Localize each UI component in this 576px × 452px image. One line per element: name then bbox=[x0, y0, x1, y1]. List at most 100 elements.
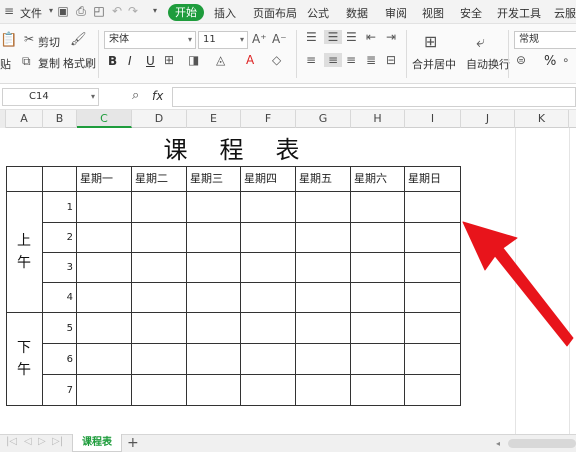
schedule-cell[interactable] bbox=[187, 313, 241, 344]
schedule-cell[interactable] bbox=[187, 223, 241, 253]
align-bottom-icon[interactable]: ☰ bbox=[346, 30, 357, 44]
add-sheet-button[interactable]: + bbox=[127, 435, 139, 451]
schedule-cell[interactable] bbox=[132, 313, 187, 344]
column-header-k[interactable]: K bbox=[515, 110, 569, 128]
tab-security[interactable]: 安全 bbox=[460, 5, 482, 21]
column-header-h[interactable]: H bbox=[351, 110, 405, 128]
font-color-icon[interactable]: A bbox=[246, 53, 254, 67]
schedule-cell[interactable] bbox=[241, 223, 296, 253]
italic-button[interactable]: I bbox=[128, 54, 132, 68]
justify-icon[interactable]: ≣ bbox=[366, 53, 376, 67]
currency-icon[interactable]: ⊜ bbox=[516, 53, 526, 67]
column-header-a[interactable]: A bbox=[6, 110, 43, 128]
print-icon[interactable]: ⎙ bbox=[74, 4, 88, 18]
sheet-tab-timetable[interactable]: 课程表 bbox=[72, 434, 122, 452]
decrease-font-icon[interactable]: A⁻ bbox=[272, 32, 287, 46]
cut-button[interactable]: 剪切 bbox=[38, 34, 60, 50]
worksheet[interactable]: 课 程 表 星期一 星期二 星期三 星期四 星期五 星期六 星期日 上 午 下 … bbox=[0, 128, 576, 434]
merge-center-icon[interactable]: ⊞ bbox=[424, 32, 437, 51]
schedule-cell[interactable] bbox=[405, 253, 461, 283]
schedule-cell[interactable] bbox=[405, 192, 461, 223]
thousands-separator-icon[interactable]: ∘ bbox=[562, 53, 570, 67]
schedule-cell[interactable] bbox=[132, 192, 187, 223]
schedule-cell[interactable] bbox=[405, 313, 461, 344]
wrap-text-icon[interactable]: ⤶ bbox=[476, 32, 485, 52]
schedule-cell[interactable] bbox=[132, 375, 187, 406]
align-left-icon[interactable]: ≡ bbox=[306, 53, 316, 67]
schedule-cell[interactable] bbox=[296, 313, 351, 344]
font-name-select[interactable]: 宋体 ▾ bbox=[104, 31, 196, 49]
tab-insert[interactable]: 插入 bbox=[214, 5, 236, 21]
afternoon-label-cell[interactable]: 下 午 bbox=[6, 313, 43, 406]
next-sheet-icon[interactable]: ▷ bbox=[38, 436, 46, 447]
day-header-cell[interactable]: 星期三 bbox=[187, 166, 241, 192]
schedule-cell[interactable] bbox=[187, 375, 241, 406]
tab-formulas[interactable]: 公式 bbox=[307, 5, 329, 21]
column-header-i[interactable]: I bbox=[405, 110, 461, 128]
schedule-cell[interactable] bbox=[132, 283, 187, 313]
border-icon[interactable]: ⊞ bbox=[164, 53, 174, 67]
schedule-cell[interactable] bbox=[296, 375, 351, 406]
fx-button[interactable]: fx bbox=[152, 89, 163, 103]
bold-button[interactable]: B bbox=[108, 54, 117, 68]
day-header-cell[interactable]: 星期二 bbox=[132, 166, 187, 192]
header-corner-cell[interactable] bbox=[6, 166, 43, 192]
column-header-c[interactable]: C bbox=[77, 110, 132, 128]
column-header-j[interactable]: J bbox=[461, 110, 515, 128]
schedule-cell[interactable] bbox=[187, 344, 241, 375]
align-right-icon[interactable]: ≡ bbox=[346, 53, 356, 67]
paste-label[interactable]: 贴 bbox=[0, 56, 11, 72]
schedule-cell[interactable] bbox=[351, 375, 405, 406]
paste-icon[interactable]: 📋 bbox=[0, 32, 17, 48]
schedule-cell[interactable] bbox=[187, 283, 241, 313]
period-number-cell[interactable]: 7 bbox=[43, 375, 77, 406]
schedule-cell[interactable] bbox=[132, 253, 187, 283]
schedule-cell[interactable] bbox=[132, 223, 187, 253]
schedule-cell[interactable] bbox=[405, 283, 461, 313]
schedule-cell[interactable] bbox=[77, 283, 132, 313]
period-number-cell[interactable]: 5 bbox=[43, 313, 77, 344]
format-painter-icon[interactable]: 🖌 bbox=[70, 32, 87, 47]
schedule-cell[interactable] bbox=[405, 344, 461, 375]
schedule-cell[interactable] bbox=[241, 313, 296, 344]
menu-icon[interactable]: ≡ bbox=[2, 4, 16, 18]
tab-view[interactable]: 视图 bbox=[422, 5, 444, 21]
day-header-cell[interactable]: 星期四 bbox=[241, 166, 296, 192]
schedule-cell[interactable] bbox=[77, 375, 132, 406]
schedule-cell[interactable] bbox=[351, 253, 405, 283]
percent-button[interactable]: % bbox=[544, 54, 556, 69]
schedule-cell[interactable] bbox=[132, 344, 187, 375]
merge-center-button[interactable]: 合并居中 bbox=[412, 56, 456, 72]
period-number-cell[interactable]: 2 bbox=[43, 223, 77, 253]
tab-home[interactable]: 开始 bbox=[168, 4, 204, 21]
day-header-cell[interactable]: 星期六 bbox=[351, 166, 405, 192]
redo-icon[interactable]: ↷ bbox=[126, 4, 140, 18]
align-center-icon[interactable]: ≡ bbox=[324, 53, 342, 67]
column-header-d[interactable]: D bbox=[132, 110, 187, 128]
schedule-cell[interactable] bbox=[296, 253, 351, 283]
schedule-cell[interactable] bbox=[405, 223, 461, 253]
underline-button[interactable]: U bbox=[146, 54, 155, 68]
file-menu[interactable]: 文件 bbox=[20, 5, 42, 21]
copy-button[interactable]: 复制 bbox=[38, 55, 60, 71]
day-header-cell[interactable]: 星期日 bbox=[405, 166, 461, 192]
schedule-cell[interactable] bbox=[296, 223, 351, 253]
schedule-cell[interactable] bbox=[351, 283, 405, 313]
tab-cloud[interactable]: 云服务 bbox=[554, 5, 576, 21]
schedule-cell[interactable] bbox=[351, 344, 405, 375]
schedule-cell[interactable] bbox=[296, 283, 351, 313]
schedule-cell[interactable] bbox=[296, 192, 351, 223]
distributed-icon[interactable]: ⊟ bbox=[386, 53, 396, 67]
prev-sheet-icon[interactable]: ◁ bbox=[24, 436, 32, 447]
print-preview-icon[interactable]: ◰ bbox=[92, 4, 106, 18]
schedule-cell[interactable] bbox=[77, 223, 132, 253]
day-header-cell[interactable]: 星期五 bbox=[296, 166, 351, 192]
quick-access-dropdown-icon[interactable]: ▾ bbox=[148, 4, 162, 18]
clear-format-icon[interactable]: ◇ bbox=[272, 53, 281, 67]
font-size-select[interactable]: 11 ▾ bbox=[198, 31, 248, 49]
fill-color-icon[interactable]: ◨ bbox=[188, 53, 199, 67]
header-corner-cell[interactable] bbox=[43, 166, 77, 192]
column-header-f[interactable]: F bbox=[241, 110, 296, 128]
last-sheet-icon[interactable]: ▷| bbox=[52, 436, 63, 447]
wrap-text-button[interactable]: 自动换行 bbox=[466, 56, 510, 72]
